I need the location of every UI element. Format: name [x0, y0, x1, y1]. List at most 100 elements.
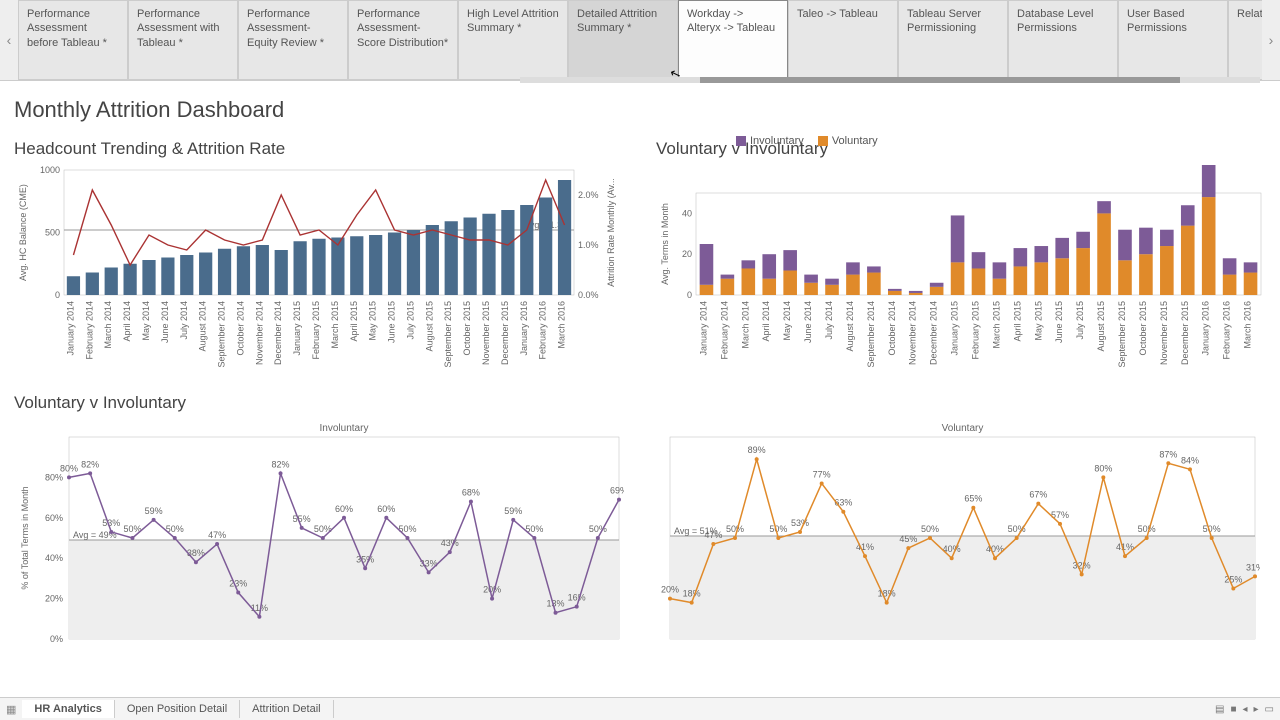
svg-text:January 2014: January 2014 — [698, 301, 708, 356]
tabs-scroll-right[interactable]: › — [1262, 0, 1280, 80]
svg-text:47%: 47% — [704, 530, 722, 540]
svg-text:June 2015: June 2015 — [1054, 301, 1064, 343]
svg-text:80%: 80% — [60, 463, 78, 473]
svg-text:82%: 82% — [272, 459, 290, 469]
svg-text:59%: 59% — [504, 506, 522, 516]
svg-text:February 2016: February 2016 — [1222, 301, 1232, 360]
tabs-scrollbar-thumb[interactable] — [700, 77, 1180, 83]
svg-text:January 2016: January 2016 — [1201, 301, 1211, 356]
vol-invol-stacked-chart[interactable]: 0 20 40 Avg. Terms in Month January 2014 Febr… — [656, 165, 1266, 380]
svg-text:October 2014: October 2014 — [887, 301, 897, 356]
worksheet-tab-strip: ‹ Performance Assessment before Tableau … — [0, 0, 1280, 81]
svg-text:77%: 77% — [813, 469, 831, 479]
svg-text:July 2015: July 2015 — [1075, 301, 1085, 340]
svg-text:20%: 20% — [45, 594, 63, 604]
tabs-scrollbar[interactable] — [520, 77, 1260, 83]
svg-text:50%: 50% — [1138, 524, 1156, 534]
svg-text:March 2014: March 2014 — [103, 301, 113, 349]
worksheet-tab[interactable]: High Level Attrition Summary * — [458, 0, 568, 80]
svg-text:50%: 50% — [921, 524, 939, 534]
tabs-scroll-left[interactable]: ‹ — [0, 0, 18, 80]
svg-text:67%: 67% — [1029, 490, 1047, 500]
svg-text:September 2015: September 2015 — [1117, 301, 1127, 368]
svg-text:January 2014: January 2014 — [65, 301, 75, 356]
svg-text:April 2014: April 2014 — [122, 301, 132, 342]
svg-text:53%: 53% — [102, 518, 120, 528]
svg-text:82%: 82% — [81, 459, 99, 469]
svg-text:20%: 20% — [483, 585, 501, 595]
svg-text:69%: 69% — [610, 486, 624, 496]
svg-text:40: 40 — [682, 208, 692, 218]
svg-text:50%: 50% — [769, 524, 787, 534]
svg-text:July 2015: July 2015 — [405, 301, 415, 340]
svg-text:Avg. Terms in Month: Avg. Terms in Month — [660, 203, 670, 285]
svg-text:December 2014: December 2014 — [273, 301, 283, 365]
worksheet-tab[interactable]: Performance Assessment- Score Distributi… — [348, 0, 458, 80]
headcount-attrition-chart[interactable]: 050010000.0%1.0%2.0%Avg. HC Balance (CME… — [14, 165, 624, 380]
svg-text:11%: 11% — [251, 603, 268, 613]
bottom-tab[interactable]: Open Position Detail — [115, 700, 240, 718]
svg-text:December 2015: December 2015 — [1180, 301, 1190, 365]
svg-text:45%: 45% — [899, 534, 917, 544]
data-source-icon[interactable]: ▦ — [0, 703, 22, 716]
worksheet-tab[interactable]: Related Sessions — [1228, 0, 1262, 80]
svg-text:October 2015: October 2015 — [1138, 301, 1148, 356]
svg-text:November 2015: November 2015 — [481, 301, 491, 365]
svg-text:May 2014: May 2014 — [782, 301, 792, 341]
svg-text:59%: 59% — [145, 506, 163, 516]
svg-text:Attrition Rate Monthly (Av...: Attrition Rate Monthly (Av... — [606, 178, 616, 287]
worksheet-tab[interactable]: Performance Assessment- Equity Review * — [238, 0, 348, 80]
svg-text:November 2015: November 2015 — [1159, 301, 1169, 365]
svg-text:March 2015: March 2015 — [991, 301, 1001, 349]
presentation-mode-icon[interactable]: ▭ — [1265, 704, 1274, 715]
svg-text:80%: 80% — [45, 472, 63, 482]
svg-text:March 2016: March 2016 — [557, 301, 567, 349]
svg-text:18%: 18% — [683, 589, 701, 599]
svg-text:September 2015: September 2015 — [443, 301, 453, 368]
svg-text:May 2015: May 2015 — [1033, 301, 1043, 341]
legend-voluntary: Voluntary — [832, 135, 878, 147]
svg-text:68%: 68% — [462, 488, 480, 498]
worksheet-tab[interactable]: Workday -> Alteryx -> Tableau — [678, 0, 788, 80]
svg-text:Involuntary: Involuntary — [320, 423, 369, 434]
next-sheet-icon[interactable]: ▸ — [1254, 704, 1259, 715]
prev-sheet-icon[interactable]: ◂ — [1242, 704, 1247, 715]
show-filmstrip-icon[interactable]: ▤ — [1215, 704, 1224, 715]
svg-text:February 2015: February 2015 — [311, 301, 321, 360]
svg-text:32%: 32% — [1073, 560, 1091, 570]
worksheet-tab[interactable]: Tableau Server Permissioning — [898, 0, 1008, 80]
svg-text:60%: 60% — [45, 513, 63, 523]
svg-text:60%: 60% — [377, 504, 395, 514]
svg-text:35%: 35% — [356, 554, 374, 564]
svg-text:December 2014: December 2014 — [929, 301, 939, 365]
worksheet-tab[interactable]: Taleo -> Tableau — [788, 0, 898, 80]
voluntary-pct-chart[interactable]: VoluntaryAvg = 51%20%18%47%50%89%50%53%7… — [650, 419, 1260, 649]
svg-text:65%: 65% — [964, 494, 982, 504]
show-sheets-icon[interactable]: ■ — [1230, 704, 1236, 715]
svg-text:March 2014: March 2014 — [740, 301, 750, 349]
svg-text:47%: 47% — [208, 530, 226, 540]
svg-text:20: 20 — [682, 249, 692, 259]
worksheet-tab[interactable]: Performance Assessment before Tableau * — [18, 0, 128, 80]
svg-text:55%: 55% — [293, 514, 311, 524]
svg-text:June 2014: June 2014 — [160, 301, 170, 343]
svg-text:November 2014: November 2014 — [254, 301, 264, 365]
svg-text:September 2014: September 2014 — [866, 301, 876, 368]
svg-text:87%: 87% — [1159, 449, 1177, 459]
svg-text:0: 0 — [687, 290, 692, 300]
svg-text:60%: 60% — [335, 504, 353, 514]
bottom-tab[interactable]: Attrition Detail — [240, 700, 333, 718]
svg-text:89%: 89% — [748, 445, 766, 455]
svg-text:0.0%: 0.0% — [578, 290, 599, 300]
page-title: Monthly Attrition Dashboard — [14, 97, 1266, 123]
involuntary-pct-chart[interactable]: InvoluntaryAvg = 49%0%20%40%60%80%% of T… — [14, 419, 624, 649]
bottom-tab[interactable]: HR Analytics — [22, 700, 114, 718]
svg-text:November 2014: November 2014 — [908, 301, 918, 365]
worksheet-tab[interactable]: Detailed Attrition Summary * — [568, 0, 678, 80]
svg-text:80%: 80% — [1094, 463, 1112, 473]
worksheet-tab[interactable]: Database Level Permissions — [1008, 0, 1118, 80]
worksheet-tab[interactable]: User Based Permissions — [1118, 0, 1228, 80]
svg-text:February 2016: February 2016 — [538, 301, 548, 360]
svg-text:August 2015: August 2015 — [424, 301, 434, 352]
worksheet-tab[interactable]: Performance Assessment with Tableau * — [128, 0, 238, 80]
